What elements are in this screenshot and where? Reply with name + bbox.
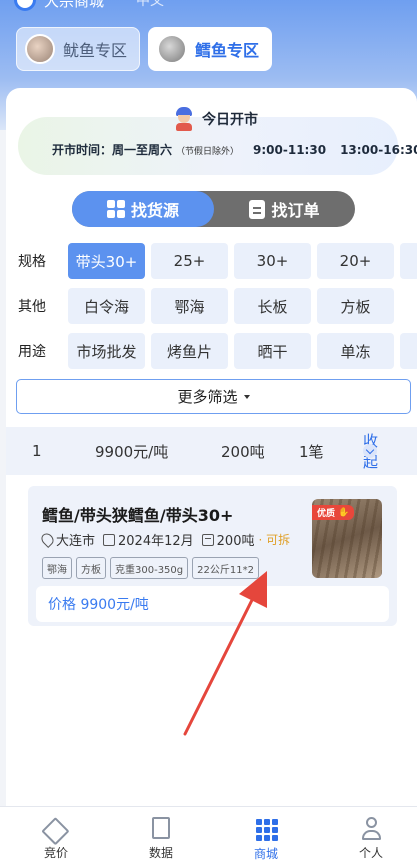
nav-item-mall[interactable]: 商城 [226,807,306,860]
nav-item-data[interactable]: 数据 [121,807,201,860]
summary-count: 1 [32,442,42,460]
nav-label: 数据 [148,846,173,860]
summary-weight: 200吨 [221,442,265,461]
chip-use-3[interactable]: 晒干 [234,333,311,369]
quality-badge: 优质 ✋ [312,505,355,520]
market-title: 今日开市 [174,107,258,131]
more-filters-label: 更多筛选 [177,388,238,406]
tab-label: 鱿鱼专区 [63,41,128,60]
mall-grid-icon [254,817,278,841]
thumbs-up-icon: ✋ [338,507,350,518]
chip-spec-more[interactable] [400,243,417,279]
tab-squid-zone[interactable]: 鱿鱼专区 [16,27,141,71]
person-icon [359,817,383,840]
nav-item-profile[interactable]: 个人 [331,807,411,860]
filter-label-spec: 规格 [18,254,46,270]
nav-label: 个人 [358,846,383,860]
product-tag: 克重300-350g [110,557,189,579]
product-weight: 200吨 [216,534,255,549]
grid-search-icon [106,200,125,218]
nav-label: 竞价 [43,846,68,860]
filter-label-other: 其他 [18,299,46,315]
app-logo-icon [14,0,36,11]
afternoon-slot: 13:00-16:30 [340,143,417,157]
summary-bar: 1 9900元/吨 200吨 1笔 收起 [6,427,417,475]
mode-toggle: 找货源 找订单 [72,191,355,227]
summary-price: 9900元/吨 [95,442,169,461]
cod-thumbnail-icon [157,34,188,64]
location-pin-icon [39,531,56,548]
chip-spec-3[interactable]: 30+ [234,243,311,279]
splittable-badge: · 可拆 [258,533,291,547]
data-document-icon [149,817,173,840]
summary-deals: 1笔 [299,442,324,461]
product-tags: 鄂海 方板 克重300-350g 22公斤11*2 [42,557,259,579]
document-icon [249,199,266,219]
product-date: 2024年12月 [118,534,194,549]
chip-spec-1[interactable]: 带头30+ [68,243,145,279]
more-filters-button[interactable]: 更多筛选 [16,379,411,414]
find-orders-button[interactable]: 找订单 [214,191,355,227]
chip-spec-4[interactable]: 20+ [317,243,394,279]
squid-thumbnail-icon [25,34,55,64]
product-title: 鳕鱼/带头狭鳕鱼/带头30+ [42,506,234,525]
product-meta: 大连市 2024年12月 200吨 · 可拆 [39,530,291,549]
morning-slot: 9:00-11:30 [253,143,327,157]
chip-use-1[interactable]: 市场批发 [68,333,145,369]
chip-spec-2[interactable]: 25+ [151,243,228,279]
find-goods-label: 找货源 [130,201,179,220]
find-orders-label: 找订单 [271,201,320,220]
chip-use-more[interactable] [400,333,417,369]
product-tag: 鄂海 [42,557,72,579]
holiday-note: （节假日除外） [176,147,240,157]
caret-down-icon [243,394,250,399]
product-price: 价格 9900元/吨 [36,586,389,622]
product-tag: 22公斤11*2 [192,557,259,579]
package-icon [201,533,214,546]
chip-other-1[interactable]: 白令海 [68,288,145,324]
find-goods-button[interactable]: 找货源 [72,191,214,227]
market-hours: 开市时间：周一至周六 （节假日除外） 9:00-11:30 13:00-16:3… [52,141,417,158]
hours-label: 开市时间：周一至周六 [52,143,173,157]
bottom-nav: 竞价 数据 商城 个人 [0,806,417,860]
chip-other-4[interactable]: 方板 [317,288,394,324]
chip-use-4[interactable]: 单冻 [317,333,394,369]
zone-tabs: 鱿鱼专区 鳕鱼专区 [16,27,273,71]
chef-mascot-icon [174,107,194,131]
tab-cod-zone[interactable]: 鳕鱼专区 [148,27,273,71]
nav-label: 商城 [253,847,278,860]
gavel-icon [41,817,70,846]
app-header: 大宗商城 中文 [14,0,164,12]
filter-label-use: 用途 [18,344,46,360]
chip-other-3[interactable]: 长板 [234,288,311,324]
product-location: 大连市 [56,534,96,549]
market-title-text: 今日开市 [202,112,258,128]
tab-label: 鳕鱼专区 [195,41,260,60]
quality-badge-label: 优质 [317,509,336,519]
chevron-down-icon [363,444,377,458]
language-switch[interactable]: 中文 [136,0,164,10]
chip-use-2[interactable]: 烤鱼片 [151,333,228,369]
nav-item-bidding[interactable]: 竞价 [16,807,96,860]
calendar-icon [103,533,116,546]
product-tag: 方板 [76,557,106,579]
app-title: 大宗商城 [44,0,105,10]
chip-other-2[interactable]: 鄂海 [151,288,228,324]
